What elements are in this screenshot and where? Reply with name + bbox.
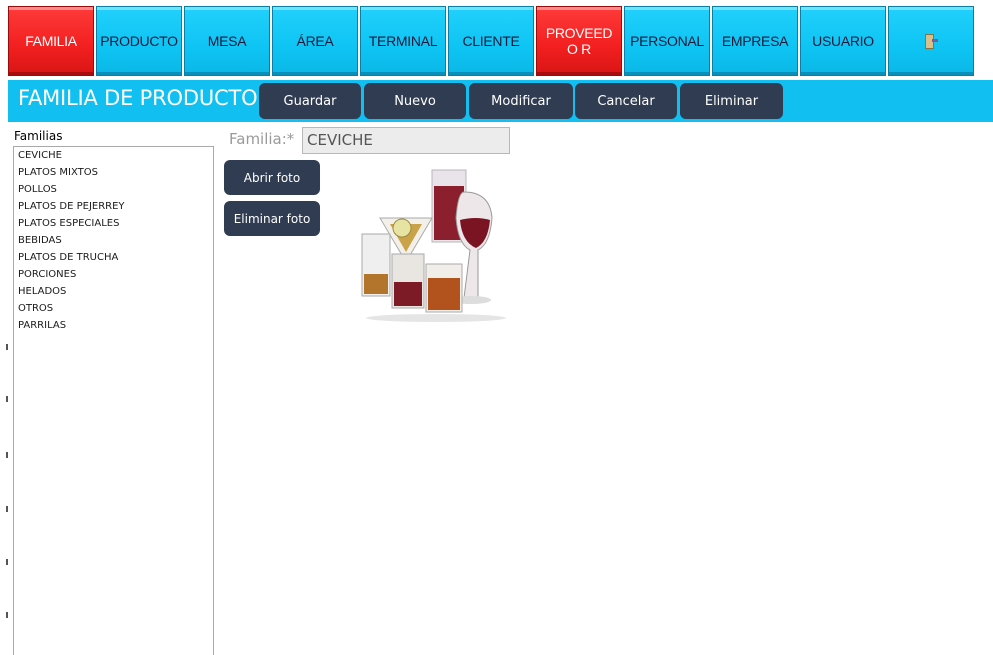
gutter-tick	[6, 559, 8, 565]
list-item[interactable]: PLATOS ESPECIALES	[14, 215, 213, 232]
gutter-tick	[6, 344, 8, 350]
open-photo-button[interactable]: Abrir foto	[224, 160, 320, 195]
list-item[interactable]: POLLOS	[14, 181, 213, 198]
families-listbox[interactable]: CEVICHE PLATOS MIXTOS POLLOS PLATOS DE P…	[13, 146, 214, 655]
nav-exit-button[interactable]	[888, 6, 974, 76]
eliminar-button[interactable]: Eliminar	[680, 83, 783, 119]
families-label: Familias	[14, 129, 63, 143]
nav-label: EMPRESA	[721, 33, 789, 49]
gutter-tick	[6, 452, 8, 458]
family-photo	[340, 158, 530, 326]
gutter-tick	[6, 612, 8, 618]
list-item[interactable]: PLATOS DE TRUCHA	[14, 249, 213, 266]
delete-photo-button[interactable]: Eliminar foto	[224, 201, 320, 236]
nav-terminal[interactable]: TERMINAL	[360, 6, 446, 76]
nav-producto[interactable]: PRODUCTO	[96, 6, 182, 76]
exit-door-icon	[923, 33, 939, 49]
list-item[interactable]: PLATOS MIXTOS	[14, 164, 213, 181]
list-item[interactable]: HELADOS	[14, 283, 213, 300]
list-item[interactable]: BEBIDAS	[14, 232, 213, 249]
nav-label: MESA	[207, 33, 247, 49]
nav-area[interactable]: ÁREA	[272, 6, 358, 76]
nav-usuario[interactable]: USUARIO	[800, 6, 886, 76]
nav-mesa[interactable]: MESA	[184, 6, 270, 76]
nav-proveedor[interactable]: PROVEEDO R	[536, 6, 622, 76]
nav-cliente[interactable]: CLIENTE	[448, 6, 534, 76]
nav-label: TERMINAL	[368, 33, 438, 49]
nav-label: PROVEEDO R	[545, 25, 613, 57]
nav-personal[interactable]: PERSONAL	[624, 6, 710, 76]
nav-label: PRODUCTO	[100, 33, 178, 49]
nav-label: PERSONAL	[630, 33, 704, 49]
list-item[interactable]: PARRILAS	[14, 317, 213, 334]
nuevo-button[interactable]: Nuevo	[364, 83, 466, 119]
cancelar-button[interactable]: Cancelar	[575, 83, 677, 119]
top-nav: FAMILIA PRODUCTO MESA ÁREA TERMINAL CLIE…	[8, 6, 976, 78]
nav-label: CLIENTE	[462, 33, 520, 49]
list-item[interactable]: PORCIONES	[14, 266, 213, 283]
list-item[interactable]: PLATOS DE PEJERREY	[14, 198, 213, 215]
nav-label: ÁREA	[296, 33, 334, 49]
nav-empresa[interactable]: EMPRESA	[712, 6, 798, 76]
modificar-button[interactable]: Modificar	[469, 83, 573, 119]
nav-familia[interactable]: FAMILIA	[8, 6, 94, 76]
gutter-tick	[6, 396, 8, 402]
nav-label: FAMILIA	[25, 33, 77, 49]
page-title: FAMILIA DE PRODUCTO	[18, 86, 258, 110]
guardar-button[interactable]: Guardar	[259, 83, 361, 119]
nav-label: USUARIO	[812, 33, 874, 49]
left-gutter	[0, 122, 9, 655]
list-item[interactable]: OTROS	[14, 300, 213, 317]
page-header: FAMILIA DE PRODUCTO Guardar Nuevo Modifi…	[8, 80, 993, 122]
list-item[interactable]: CEVICHE	[14, 147, 213, 164]
gutter-tick	[6, 506, 8, 512]
familia-field-label: Familia:*	[229, 130, 295, 148]
familia-input[interactable]: CEVICHE	[302, 127, 510, 154]
